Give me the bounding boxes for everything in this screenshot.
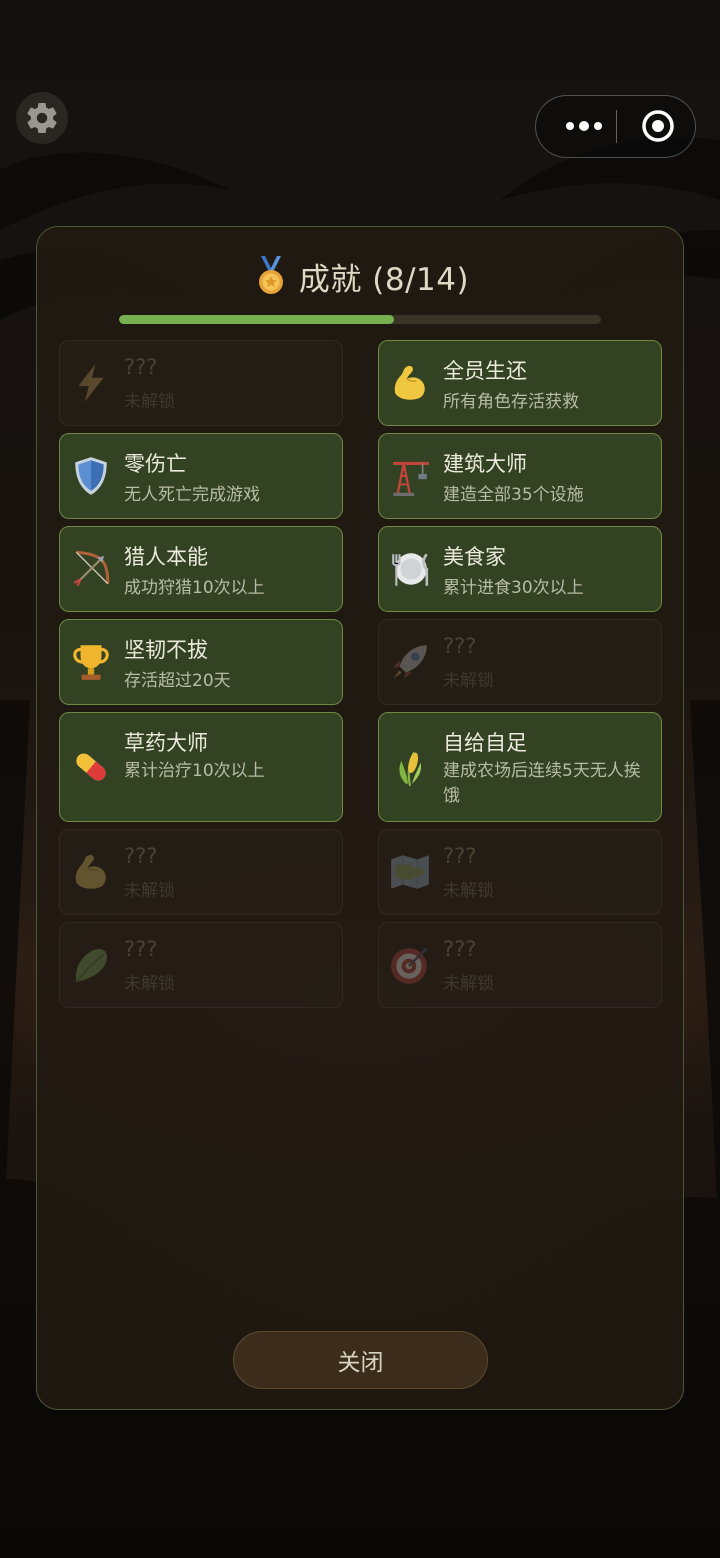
achievement-description: 存活超过20天: [124, 671, 231, 691]
achievement-description: 未解锁: [124, 392, 175, 412]
more-dots-icon: [566, 121, 602, 131]
achievement-description: 未解锁: [124, 974, 175, 994]
rocket-icon: [389, 641, 431, 683]
achievement-card: 草药大师累计治疗10次以上: [59, 712, 343, 822]
capsule-divider: [616, 110, 617, 143]
achievement-card: 美食家累计进食30次以上: [378, 526, 662, 612]
plate-cutlery-icon: [389, 548, 431, 590]
achievement-name: 草药大师: [124, 731, 208, 755]
achievement-name: 零伤亡: [124, 452, 187, 476]
achievement-name: 美食家: [443, 545, 506, 569]
achievement-description: 建造全部35个设施: [443, 485, 584, 505]
achievement-card: ??? 未解锁: [378, 619, 662, 705]
achievement-card: ??? 未解锁: [59, 922, 343, 1008]
close-button[interactable]: 关闭: [233, 1331, 488, 1389]
exit-button[interactable]: [634, 96, 682, 156]
achievement-name: ???: [124, 937, 158, 961]
achievement-card: ??? 未解锁: [378, 829, 662, 915]
achievement-card: 猎人本能成功狩猎10次以上: [59, 526, 343, 612]
bow-arrow-icon: [70, 548, 112, 590]
dialog-title: 成就 (8/14): [298, 261, 470, 298]
achievement-card: 建筑大师建造全部35个设施: [378, 433, 662, 519]
achievement-description: 累计进食30次以上: [443, 578, 584, 598]
dart-target-icon: [389, 944, 431, 986]
achievement-name: 全员生还: [443, 359, 527, 383]
achievement-name: 猎人本能: [124, 545, 208, 569]
trophy-icon: [70, 641, 112, 683]
map-icon: [389, 851, 431, 893]
crane-icon: [389, 455, 431, 497]
medal-icon: [258, 256, 283, 294]
achievement-description: 无人死亡完成游戏: [124, 485, 260, 505]
achievement-name: 建筑大师: [443, 452, 527, 476]
corn-icon: [389, 746, 431, 788]
achievement-description: 未解锁: [443, 881, 494, 901]
achievement-name: ???: [124, 844, 158, 868]
achievement-card: 自给自足建成农场后连续5天无人挨饿: [378, 712, 662, 822]
more-button[interactable]: [554, 96, 614, 156]
lightning-icon: [70, 362, 112, 404]
achievement-card: 零伤亡无人死亡完成游戏: [59, 433, 343, 519]
achievement-progress-bar: [119, 315, 601, 324]
flexed-bicep-icon: [70, 851, 112, 893]
gear-icon: [27, 103, 57, 134]
dialog-header: 成就 (8/14): [37, 253, 685, 299]
achievement-description: 未解锁: [124, 881, 175, 901]
achievement-description: 成功狩猎10次以上: [124, 578, 265, 598]
achievement-name: 自给自足: [443, 731, 527, 755]
shield-icon: [70, 455, 112, 497]
pill-icon: [70, 746, 112, 788]
achievement-description: 未解锁: [443, 671, 494, 691]
achievement-description: 未解锁: [443, 974, 494, 994]
achievement-name: 坚韧不拔: [124, 638, 208, 662]
achievement-name: ???: [124, 355, 158, 379]
achievement-description: 累计治疗10次以上: [124, 761, 265, 781]
mini-program-capsule: [535, 95, 696, 158]
target-circle-icon: [642, 110, 674, 142]
flexed-bicep-icon: [389, 362, 431, 404]
achievements-dialog: 成就 (8/14) ??? 未解锁 全员生还 所有角色存活获救 零伤亡 无人死亡完成游戏建…: [36, 226, 684, 1410]
achievement-card: 坚韧不拔存活超过20天: [59, 619, 343, 705]
progress-fill: [119, 315, 395, 324]
achievement-description: 所有角色存活获救: [443, 392, 579, 412]
achievement-name: ???: [443, 634, 477, 658]
leafy-green-icon: [70, 944, 112, 986]
achievement-card: ??? 未解锁: [59, 340, 343, 426]
achievement-description: 建成农场后连续5天无人挨饿: [443, 761, 641, 806]
achievement-card: ??? 未解锁: [378, 922, 662, 1008]
settings-button[interactable]: [16, 92, 68, 144]
achievement-card: ??? 未解锁: [59, 829, 343, 915]
achievement-name: ???: [443, 844, 477, 868]
achievement-card: 全员生还所有角色存活获救: [378, 340, 662, 426]
achievement-name: ???: [443, 937, 477, 961]
